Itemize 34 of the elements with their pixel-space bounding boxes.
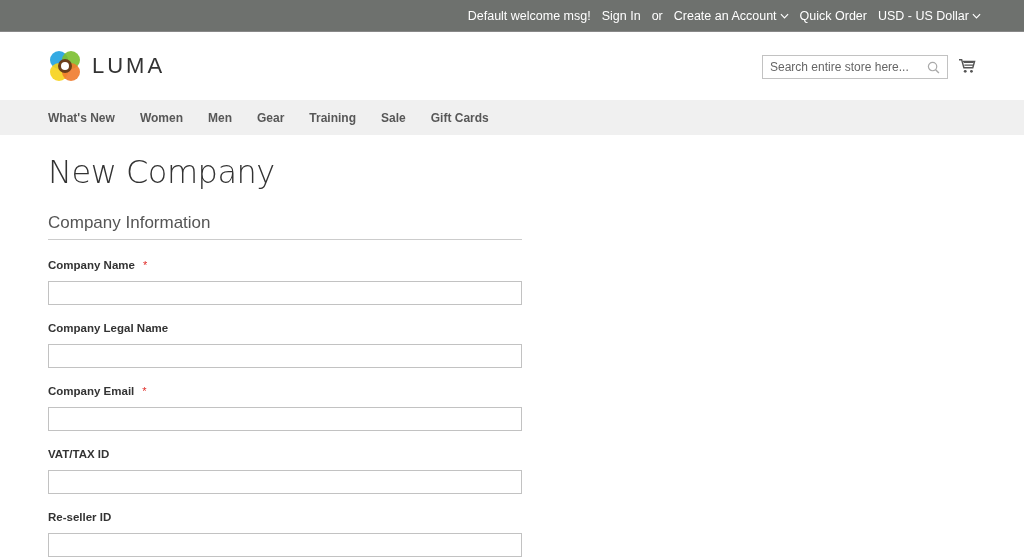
chevron-down-icon [972,12,981,19]
input-field[interactable] [48,533,522,557]
nav-link[interactable]: Women [139,110,183,125]
section-title: Company Information [48,213,522,240]
page-title: New Company [48,153,276,191]
required-mark: * [142,259,148,271]
search-field[interactable]: Search entire store here... [762,55,948,79]
currency-switcher[interactable]: USD - US Dollar [878,8,981,23]
nav-link[interactable]: Sale [381,110,406,125]
nav-link[interactable]: Gear [257,110,285,125]
field-label: Company Email [48,385,135,397]
nav-link[interactable]: Men [208,110,232,125]
create-account-link[interactable]: Create an Account [673,8,789,23]
sign-in-link[interactable]: Sign In [601,8,641,23]
required-mark: * [142,385,147,397]
field-label: VAT/TAX ID [48,448,110,460]
nav-link[interactable]: Gift Cards [430,110,489,125]
or-text: or [651,8,663,23]
input-field[interactable] [48,407,522,431]
cart-icon[interactable] [958,58,976,74]
logo-icon [48,49,82,83]
field-label: Company Legal Name [48,322,169,334]
nav-link[interactable]: Training [309,110,357,125]
field-label: Company Name [48,259,135,271]
input-field[interactable] [48,344,522,368]
chevron-down-icon [779,12,789,19]
nav-link[interactable]: What's New [48,110,115,125]
field-label: Re-seller ID [48,511,112,523]
quick-order-link[interactable]: Quick Order [799,8,867,23]
welcome-message: Default welcome msg! [467,8,591,23]
input-field[interactable] [48,470,522,494]
search-icon [927,61,940,74]
logo[interactable]: LUMA [48,49,166,83]
input-field[interactable] [48,281,522,305]
